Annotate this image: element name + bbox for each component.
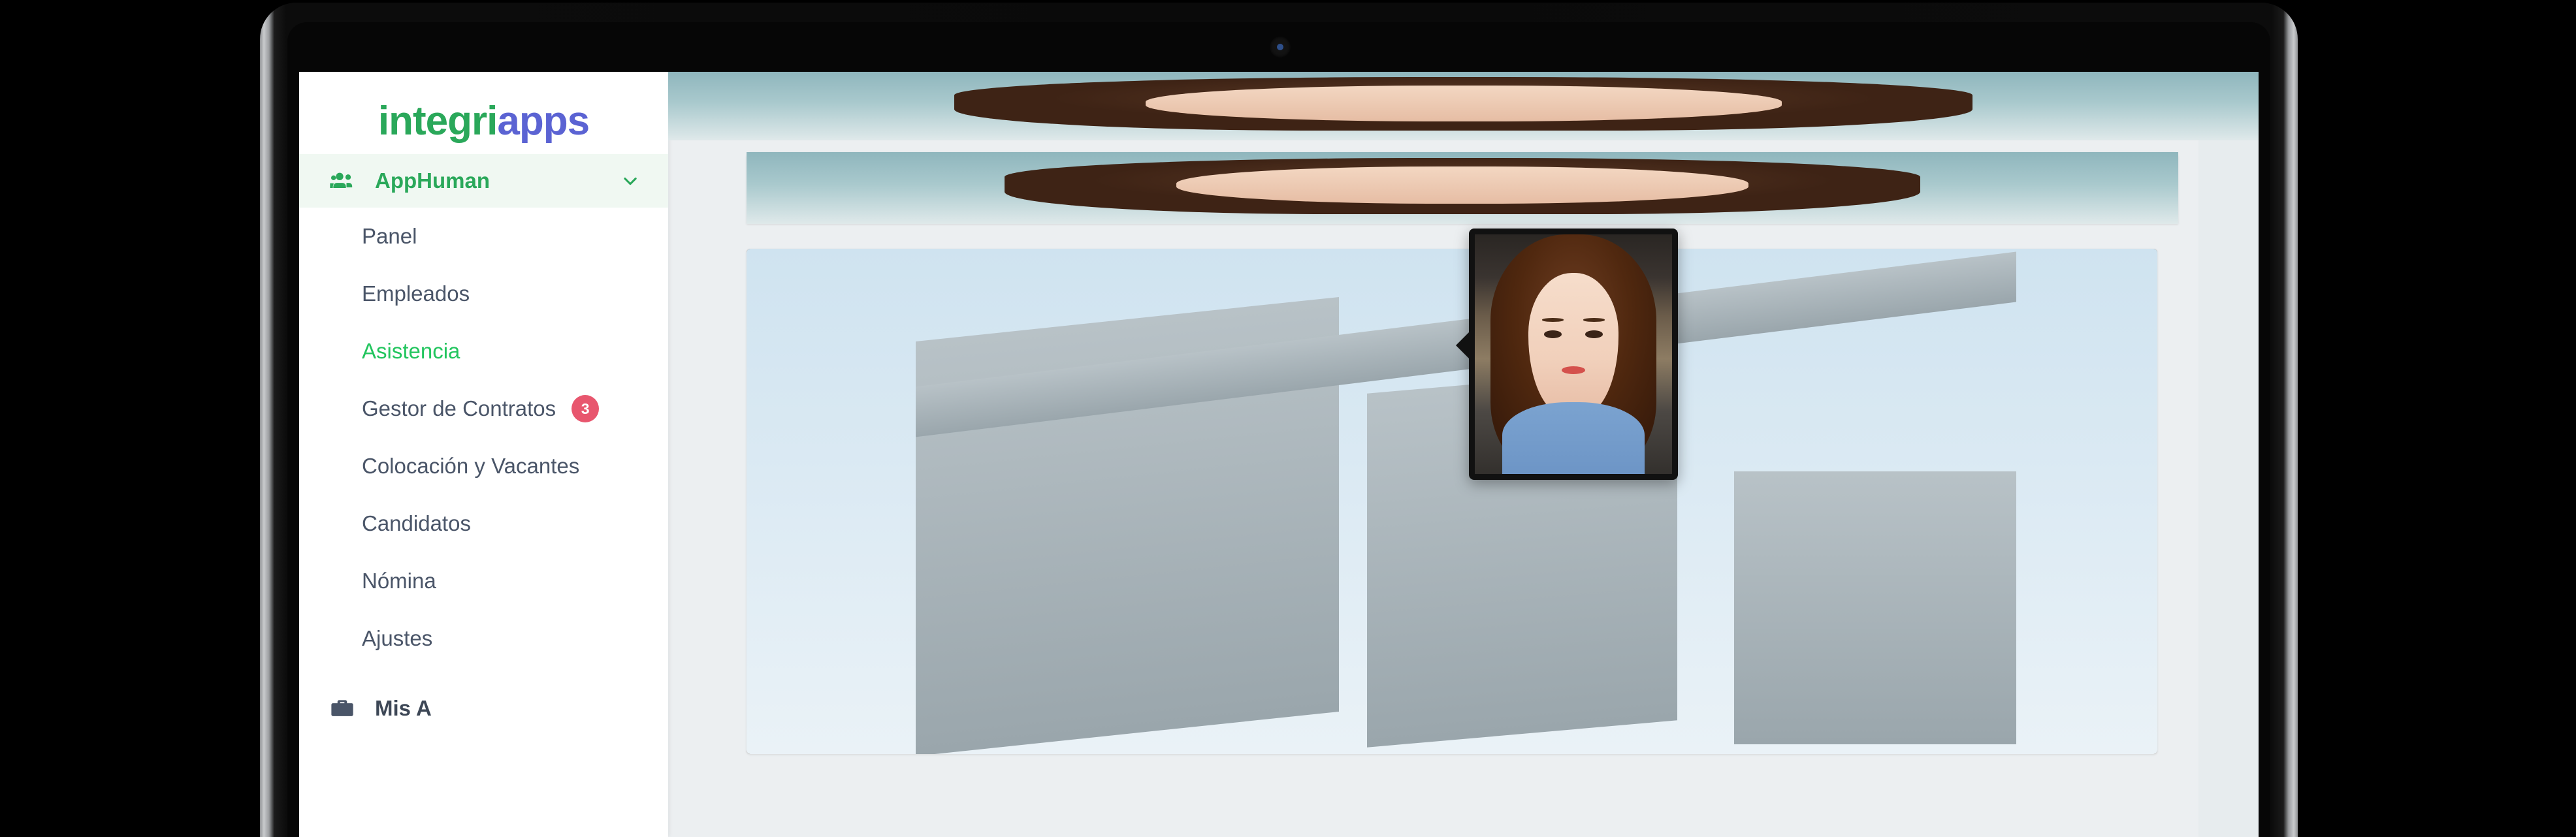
sidebar-item-label: Candidatos	[362, 511, 471, 535]
sidebar-group-mis-apps[interactable]: Mis A	[299, 682, 668, 735]
logo-text-primary: integri	[378, 98, 498, 144]
sidebar-item-asistencia[interactable]: Asistencia	[299, 323, 668, 380]
front-camera-icon	[1270, 37, 1291, 57]
logo-text-secondary: apps	[497, 98, 590, 144]
sidebar-item-candidatos[interactable]: Candidatos	[299, 495, 668, 552]
top-header: Buscar... Español	[668, 72, 2259, 140]
sidebar-item-label: Colocación y Vacantes	[362, 454, 580, 478]
briefcase-icon	[328, 695, 358, 721]
sidebar-item-panel[interactable]: Panel	[299, 208, 668, 265]
sidebar-item-label: Gestor de Contratos	[362, 396, 556, 420]
screenshot-stage: integriapps AppHuman Panel Empleados Asi…	[0, 0, 2576, 837]
sidebar-item-colocacion-y-vacantes[interactable]: Colocación y Vacantes	[299, 437, 668, 495]
sidebar-item-empleados[interactable]: Empleados	[299, 265, 668, 323]
sidebar-item-nomina[interactable]: Nómina	[299, 552, 668, 610]
building-icon	[747, 249, 2157, 754]
cell-sucursal: CDMX	[747, 249, 2157, 754]
employee-header-card[interactable]: E2 - Alejandra Saldivar	[747, 152, 2178, 224]
attendance-table: Hora Selfie Tipo de registro Sucursal Vi…	[747, 249, 2157, 754]
header-actions: Español	[668, 72, 2259, 140]
sidebar-item-label: Empleados	[362, 281, 470, 306]
sidebar-item-label: Asistencia	[362, 339, 460, 363]
sidebar-group-header-apphuman[interactable]: AppHuman	[299, 154, 668, 208]
sidebar-item-label: Nómina	[362, 569, 436, 593]
sidebar-item-label: Panel	[362, 224, 417, 248]
sidebar-item-ajustes[interactable]: Ajustes	[299, 610, 668, 667]
app-screen: integriapps AppHuman Panel Empleados Asi…	[299, 72, 2259, 837]
sidebar-group-apphuman: AppHuman Panel Empleados Asistencia Gest…	[299, 154, 668, 667]
employee-avatar	[747, 152, 2178, 224]
app-logo[interactable]: integriapps	[299, 72, 668, 144]
selfie-preview-popup[interactable]	[1469, 229, 1678, 480]
sidebar-group2-label: Mis A	[375, 696, 432, 720]
sidebar-item-label: Ajustes	[362, 626, 433, 650]
page-scroll-gutter[interactable]	[2198, 140, 2259, 837]
sidebar-item-badge: 3	[572, 395, 600, 422]
sidebar-group-label: AppHuman	[375, 168, 490, 193]
chevron-down-icon[interactable]	[621, 172, 639, 190]
people-group-icon	[328, 168, 358, 194]
sidebar: integriapps AppHuman Panel Empleados Asi…	[299, 72, 668, 837]
sidebar-item-gestor-de-contratos[interactable]: Gestor de Contratos 3	[299, 380, 668, 437]
user-avatar[interactable]	[668, 72, 2259, 140]
selfie-preview-arrow	[1456, 330, 1472, 361]
table-row[interactable]: 03:58 Regreso de la Hora de Comida	[747, 249, 2157, 754]
main-content: E2 - Alejandra Saldivar Hora Selfie Tipo…	[668, 140, 2259, 837]
